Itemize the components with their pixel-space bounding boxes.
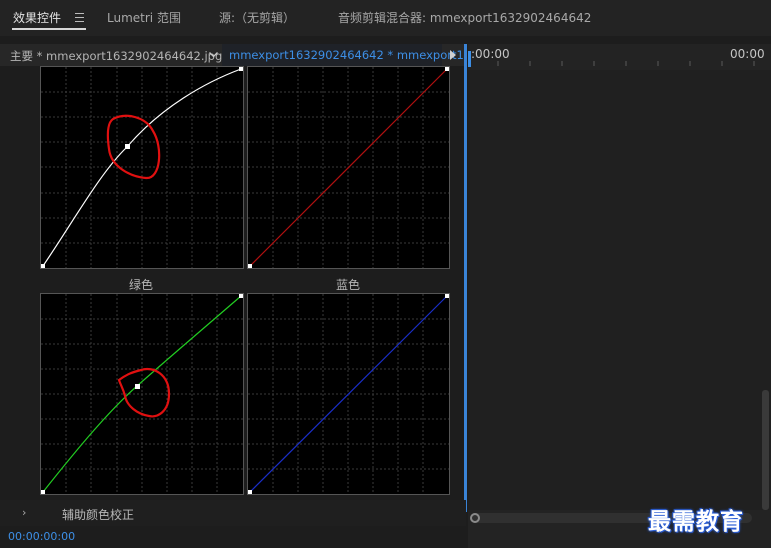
green-curve-graph[interactable]: [40, 293, 244, 495]
red-curve-graph[interactable]: [247, 66, 450, 269]
tab-effect-controls[interactable]: 效果控件: [13, 9, 61, 26]
timeline-vertical-scrollbar[interactable]: [762, 390, 769, 510]
active-tab-underline: [12, 28, 86, 30]
zoom-handle-icon[interactable]: [470, 513, 480, 523]
timeline-start-time: :00:00: [471, 47, 510, 61]
effect-controls-scrollbar[interactable]: [464, 44, 467, 512]
master-clip-label[interactable]: 主要 * mmexport1632902464642.jpg: [10, 48, 222, 64]
play-triangle-icon[interactable]: [450, 50, 456, 60]
tab-source[interactable]: 源:（无剪辑）: [219, 9, 295, 26]
clip-header-row: 主要 * mmexport1632902464642.jpg mmexport1…: [0, 44, 475, 66]
secondary-color-correction-row[interactable]: › 辅助颜色校正: [0, 500, 466, 526]
tab-audio-clip-mixer[interactable]: 音频剪辑混合器: mmexport1632902464642: [338, 9, 591, 26]
sequence-clip-tab[interactable]: mmexport1632902464642 * mmexport1...: [222, 44, 475, 66]
blue-curve-graph[interactable]: [247, 293, 450, 495]
green-curve-label: 绿色: [128, 278, 153, 292]
chevron-down-icon: [209, 52, 218, 58]
green-curve-svg: [41, 294, 243, 494]
watermark-logo: 最需教育: [648, 508, 744, 535]
timeline-ruler[interactable]: :00:00 00:00: [468, 44, 771, 70]
rgb-curves-panel: 绿色 蓝色: [0, 66, 466, 498]
secondary-color-correction-label: 辅助颜色校正: [62, 508, 135, 522]
sequence-clip-label: mmexport1632902464642 * mmexport1...: [229, 48, 475, 62]
effect-timeline: :00:00 00:00: [468, 44, 771, 548]
blue-curve-label: 蓝色: [335, 278, 360, 292]
chevron-right-icon[interactable]: ›: [22, 506, 26, 519]
tab-lumetri-scopes[interactable]: Lumetri 范围: [107, 9, 181, 26]
panel-tab-bar: 效果控件 Lumetri 范围 源:（无剪辑） 音频剪辑混合器: mmexpor…: [0, 0, 771, 36]
timeline-track-area[interactable]: [468, 70, 771, 510]
red-curve-svg: [248, 67, 449, 268]
timeline-end-time: 00:00: [730, 47, 765, 61]
luma-curve-svg: [41, 67, 243, 268]
luma-curve-graph[interactable]: [40, 66, 244, 269]
panel-menu-icon[interactable]: [75, 13, 84, 22]
blue-curve-svg: [248, 294, 449, 494]
current-timecode[interactable]: 00:00:00:00: [8, 530, 75, 543]
clip-dropdown-button[interactable]: [205, 44, 222, 66]
ruler-ticks: [497, 61, 755, 66]
